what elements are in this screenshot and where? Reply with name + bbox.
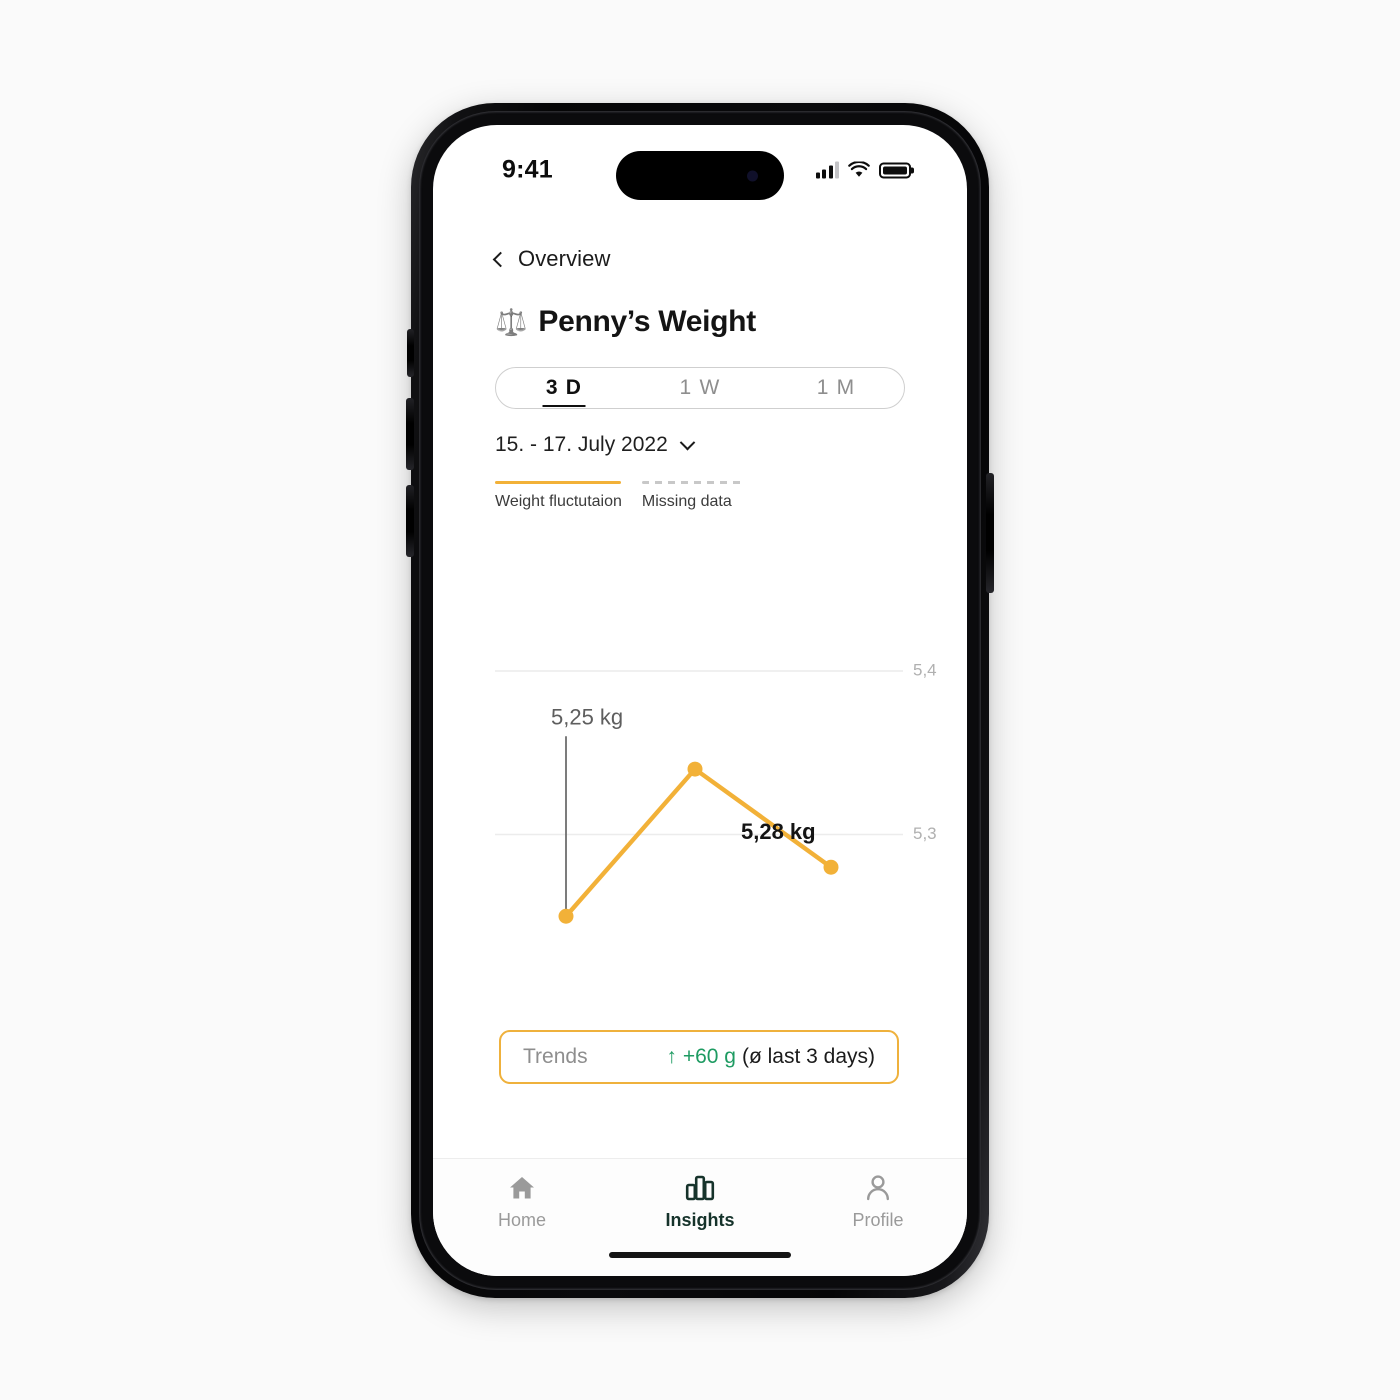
trends-label: Trends <box>523 1045 588 1068</box>
legend-swatch-dashed <box>641 481 746 484</box>
legend-label: Missing data <box>641 493 732 510</box>
status-icons <box>815 161 911 179</box>
signal-bars-icon <box>815 161 839 179</box>
wifi-icon <box>848 161 870 177</box>
power-button[interactable] <box>986 473 994 593</box>
chart-data-point <box>687 761 703 777</box>
trends-note: (ø last 3 days) <box>741 1045 875 1068</box>
scale-icon: ⚖️ <box>495 307 528 337</box>
chart-svg: 5,2 5,3 5,4 5,25 kg <box>495 660 937 924</box>
chevron-left-icon <box>492 251 509 267</box>
dynamic-island <box>616 151 784 200</box>
phone-frame: 9:41 Overview ⚖️ Penny’s Weight 3 D 1 W … <box>406 103 994 1298</box>
tab-label: Home <box>497 1210 546 1230</box>
chart-data-point <box>823 859 839 875</box>
home-indicator[interactable] <box>609 1252 791 1258</box>
tab-label: Profile <box>852 1210 904 1230</box>
date-range-selector[interactable]: 15. - 17. July 2022 <box>495 433 696 457</box>
segment-1m[interactable]: 1 M <box>768 376 904 400</box>
chart-data-point <box>558 908 574 924</box>
tab-profile[interactable]: Profile <box>789 1173 967 1231</box>
range-segmented-control[interactable]: 3 D 1 W 1 M <box>495 367 905 409</box>
chart-y-axis-labels: 5,2 5,3 5,4 <box>913 660 937 843</box>
chart-legend: Weight fluctutaion Missing data <box>495 481 746 511</box>
status-time: 9:41 <box>502 155 553 184</box>
screenshot-stage: 9:41 Overview ⚖️ Penny’s Weight 3 D 1 W … <box>0 0 1400 1400</box>
volume-down-button[interactable] <box>406 398 414 470</box>
svg-text:5,3: 5,3 <box>913 824 937 843</box>
back-label: Overview <box>518 246 611 271</box>
trends-delta: +60 g <box>682 1045 736 1068</box>
trends-card[interactable]: Trends ↑ +60 g (ø last 3 days) <box>499 1030 899 1084</box>
legend-item-weight-fluctuation: Weight fluctutaion <box>495 481 622 511</box>
weight-line-chart[interactable]: 5,2 5,3 5,4 5,25 kg <box>433 533 967 933</box>
back-to-overview-button[interactable]: Overview <box>492 246 611 272</box>
tab-insights[interactable]: Insights <box>611 1173 789 1231</box>
tab-label: Insights <box>665 1210 735 1230</box>
front-camera-icon <box>747 170 758 181</box>
segment-3d[interactable]: 3 D <box>496 376 632 400</box>
chart-annotation-label: 5,25 kg <box>551 704 623 729</box>
segment-1w[interactable]: 1 W <box>632 376 768 400</box>
trends-value: ↑ +60 g (ø last 3 days) <box>666 1045 875 1069</box>
battery-icon <box>879 162 911 178</box>
bar-chart-icon <box>685 1173 715 1203</box>
page-title: Penny’s Weight <box>538 305 756 338</box>
page-title-row: ⚖️ Penny’s Weight <box>495 305 756 339</box>
status-bar: 9:41 <box>433 125 967 203</box>
bottom-tab-bar: Home Insights Profile <box>433 1158 967 1276</box>
tab-home[interactable]: Home <box>433 1173 611 1231</box>
phone-screen: 9:41 Overview ⚖️ Penny’s Weight 3 D 1 W … <box>433 125 967 1276</box>
mute-switch-button[interactable] <box>407 329 414 377</box>
date-range-value: 15. - 17. July 2022 <box>495 433 668 456</box>
legend-label: Weight fluctutaion <box>495 493 622 510</box>
chart-annotation-label: 5,28 kg <box>741 819 816 844</box>
volume-up-button[interactable] <box>406 485 414 557</box>
legend-swatch-solid <box>495 481 621 484</box>
home-icon <box>508 1173 536 1203</box>
legend-item-missing-data: Missing data <box>641 481 746 511</box>
svg-text:5,4: 5,4 <box>913 660 937 679</box>
chevron-down-icon[interactable] <box>679 434 696 450</box>
person-icon <box>864 1173 892 1203</box>
trend-up-arrow-icon: ↑ <box>666 1045 677 1068</box>
